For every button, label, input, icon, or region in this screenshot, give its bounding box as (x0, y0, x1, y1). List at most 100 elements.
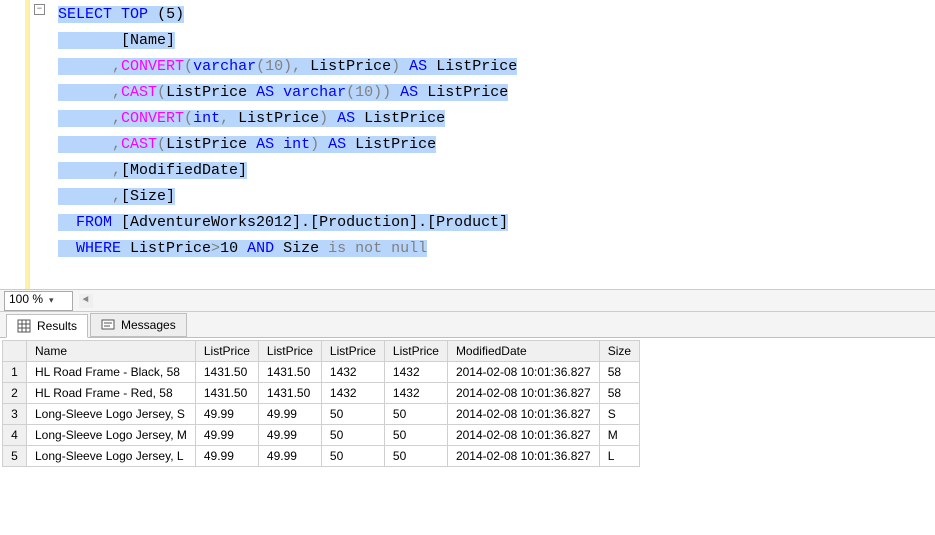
cell[interactable]: 58 (599, 383, 639, 404)
col-header[interactable]: ListPrice (384, 341, 447, 362)
editor-gutter (0, 0, 30, 289)
tab-messages[interactable]: Messages (90, 313, 187, 337)
grid-icon (17, 319, 31, 333)
paren-open: ( (157, 84, 166, 101)
zoom-value: 100 % (9, 292, 43, 306)
cell[interactable]: 50 (321, 446, 384, 467)
zoom-bar: 100 %▾ ◄ (0, 290, 935, 312)
cell[interactable]: 1431.50 (258, 383, 321, 404)
results-tabs: Results Messages (0, 312, 935, 338)
cell[interactable]: 50 (321, 404, 384, 425)
table-row[interactable]: 1 HL Road Frame - Black, 58 1431.50 1431… (3, 362, 640, 383)
kw-is-not-null: is not null (328, 240, 427, 257)
kw-as: AS (256, 136, 274, 153)
table-row[interactable]: 4 Long-Sleeve Logo Jersey, M 49.99 49.99… (3, 425, 640, 446)
cell[interactable]: M (599, 425, 639, 446)
col-header[interactable]: ListPrice (321, 341, 384, 362)
cell[interactable]: 1432 (321, 362, 384, 383)
cell[interactable]: HL Road Frame - Black, 58 (27, 362, 196, 383)
paren-open: ( (184, 58, 193, 75)
scroll-left-icon[interactable]: ◄ (79, 294, 93, 308)
kw-where: WHERE (76, 240, 121, 257)
cell[interactable]: 49.99 (195, 404, 258, 425)
alias: ListPrice (427, 84, 508, 101)
table-row[interactable]: 5 Long-Sleeve Logo Jersey, L 49.99 49.99… (3, 446, 640, 467)
paren-close: ) (310, 136, 319, 153)
cell[interactable]: 1432 (384, 383, 447, 404)
cell[interactable]: 58 (599, 362, 639, 383)
cell[interactable]: 1431.50 (258, 362, 321, 383)
sql-editor-pane[interactable]: − SELECT TOP (5) [Name] ,CONVERT(varchar… (0, 0, 935, 290)
horizontal-scrollbar[interactable]: ◄ (79, 294, 935, 308)
cell[interactable]: HL Road Frame - Red, 58 (27, 383, 196, 404)
cell[interactable]: 50 (384, 446, 447, 467)
kw-as: AS (328, 136, 346, 153)
cell[interactable]: 49.99 (258, 425, 321, 446)
type-varchar: varchar (193, 58, 256, 75)
cell[interactable]: 2014-02-08 10:01:36.827 (447, 404, 599, 425)
cell[interactable]: 1432 (321, 383, 384, 404)
alias: ListPrice (436, 58, 517, 75)
row-number[interactable]: 3 (3, 404, 27, 425)
cell[interactable]: 2014-02-08 10:01:36.827 (447, 446, 599, 467)
cell[interactable]: L (599, 446, 639, 467)
col-header[interactable]: Name (27, 341, 196, 362)
change-marker (25, 0, 29, 289)
func-convert: CONVERT (121, 58, 184, 75)
zoom-dropdown[interactable]: 100 %▾ (4, 291, 73, 311)
results-grid-pane[interactable]: Name ListPrice ListPrice ListPrice ListP… (0, 338, 935, 535)
cell[interactable]: 49.99 (195, 446, 258, 467)
tab-messages-label: Messages (121, 318, 176, 332)
results-body: 1 HL Road Frame - Black, 58 1431.50 1431… (3, 362, 640, 467)
row-number[interactable]: 5 (3, 446, 27, 467)
col-header[interactable]: Size (599, 341, 639, 362)
row-number[interactable]: 1 (3, 362, 27, 383)
comma: , (112, 188, 121, 205)
tab-results[interactable]: Results (6, 314, 88, 338)
kw-as: AS (400, 84, 418, 101)
kw-top: TOP (121, 6, 148, 23)
kw-from: FROM (76, 214, 112, 231)
op-gt: > (211, 240, 220, 257)
comma: , (220, 110, 229, 127)
cell[interactable]: 49.99 (258, 404, 321, 425)
cell[interactable]: 2014-02-08 10:01:36.827 (447, 383, 599, 404)
rownum-header (3, 341, 27, 362)
row-number[interactable]: 2 (3, 383, 27, 404)
cell[interactable]: Long-Sleeve Logo Jersey, L (27, 446, 196, 467)
table-ref: [AdventureWorks2012].[Production].[Produ… (112, 214, 508, 231)
paren-open: ( (157, 6, 166, 23)
cell[interactable]: 49.99 (195, 425, 258, 446)
comma: , (112, 136, 121, 153)
cell[interactable]: 1432 (384, 362, 447, 383)
alias: ListPrice (355, 136, 436, 153)
row-number[interactable]: 4 (3, 425, 27, 446)
col-header[interactable]: ModifiedDate (447, 341, 599, 362)
col-size: [Size] (121, 188, 175, 205)
cell[interactable]: 1431.50 (195, 362, 258, 383)
col-header[interactable]: ListPrice (195, 341, 258, 362)
cell[interactable]: 2014-02-08 10:01:36.827 (447, 362, 599, 383)
cell[interactable]: 50 (384, 425, 447, 446)
table-row[interactable]: 3 Long-Sleeve Logo Jersey, S 49.99 49.99… (3, 404, 640, 425)
col-modifieddate: [ModifiedDate] (121, 162, 247, 179)
cell[interactable]: S (599, 404, 639, 425)
results-table[interactable]: Name ListPrice ListPrice ListPrice ListP… (2, 340, 640, 467)
tab-results-label: Results (37, 319, 77, 333)
cell[interactable]: 50 (321, 425, 384, 446)
code-text[interactable]: SELECT TOP (5) [Name] ,CONVERT(varchar(1… (30, 0, 935, 289)
results-header-row: Name ListPrice ListPrice ListPrice ListP… (3, 341, 640, 362)
comma: , (112, 110, 121, 127)
cell[interactable]: 50 (384, 404, 447, 425)
func-cast: CAST (121, 136, 157, 153)
type-int: int (193, 110, 220, 127)
cell[interactable]: Long-Sleeve Logo Jersey, M (27, 425, 196, 446)
cell[interactable]: 1431.50 (195, 383, 258, 404)
col-header[interactable]: ListPrice (258, 341, 321, 362)
table-row[interactable]: 2 HL Road Frame - Red, 58 1431.50 1431.5… (3, 383, 640, 404)
cell[interactable]: 2014-02-08 10:01:36.827 (447, 425, 599, 446)
cell[interactable]: 49.99 (258, 446, 321, 467)
kw-and: AND (247, 240, 274, 257)
cell[interactable]: Long-Sleeve Logo Jersey, S (27, 404, 196, 425)
paren-close: ) (319, 110, 328, 127)
